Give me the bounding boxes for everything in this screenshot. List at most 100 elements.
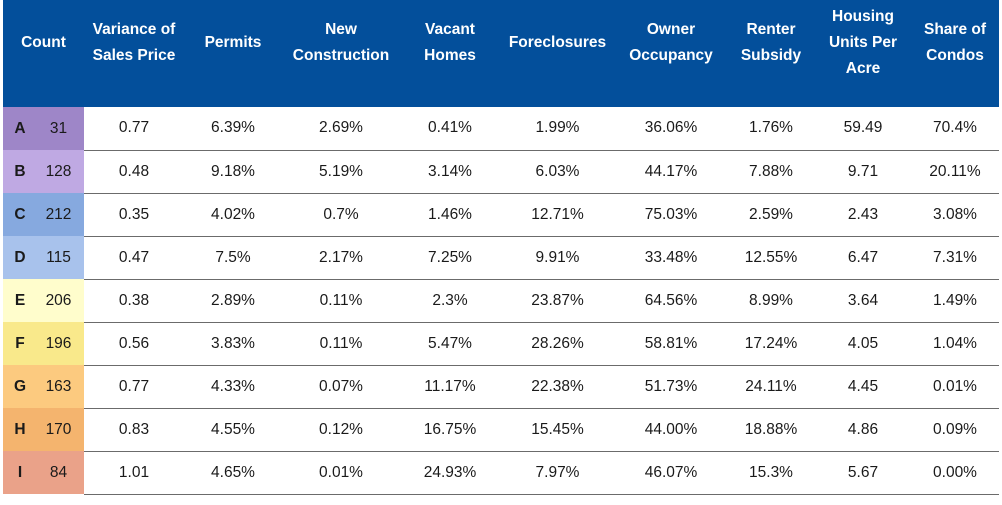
- cell-housing-units-per-acre: 5.67: [815, 451, 911, 495]
- cluster-count-cell: F 196: [3, 322, 84, 365]
- cell-owner-occupancy: 36.06%: [615, 107, 727, 151]
- cluster-count-box: A 31: [3, 107, 84, 150]
- cluster-count-cell: E 206: [3, 279, 84, 322]
- cluster-count-box: D 115: [3, 236, 84, 279]
- cell-foreclosures: 9.91%: [500, 236, 615, 280]
- cluster-count-box: H 170: [3, 408, 84, 451]
- cell-variance-of-sales-price: 0.47: [84, 236, 184, 280]
- cluster-count: 212: [45, 205, 72, 223]
- cell-housing-units-per-acre: 6.47: [815, 236, 911, 280]
- cell-housing-units-per-acre: 4.05: [815, 322, 911, 366]
- cell-renter-subsidy: 7.88%: [727, 150, 815, 194]
- column-header-label: Share of Condos: [923, 20, 986, 64]
- cell-new-construction: 0.07%: [282, 365, 400, 409]
- cell-foreclosures: 22.38%: [500, 365, 615, 409]
- cell-permits: 4.55%: [184, 408, 282, 452]
- cell-share-of-condos: 20.11%: [911, 150, 999, 194]
- cluster-count-cell: A 31: [3, 107, 84, 150]
- cell-foreclosures: 12.71%: [500, 193, 615, 237]
- cluster-count-cell: C 212: [3, 193, 84, 236]
- cell-new-construction: 0.12%: [282, 408, 400, 452]
- table-row: A 31 0.77 6.39% 2.69% 0.41% 1.99% 36.06% 1.76% 59…: [3, 107, 999, 151]
- cluster-count-cell: D 115: [3, 236, 84, 279]
- cluster-count-cell: H 170: [3, 408, 84, 451]
- cell-permits: 6.39%: [184, 107, 282, 151]
- cluster-letter: H: [14, 420, 26, 438]
- column-header-label: New Construction: [292, 20, 390, 64]
- cluster-letter: D: [14, 248, 26, 266]
- table-header: Count Variance of Sales Price Permits New C…: [3, 0, 999, 107]
- table-row: G 163 0.77 4.33% 0.07% 11.17% 22.38% 51.73% 24.1…: [3, 365, 999, 409]
- cell-new-construction: 0.11%: [282, 322, 400, 366]
- cluster-count-box: I 84: [3, 451, 84, 494]
- cell-renter-subsidy: 15.3%: [727, 451, 815, 495]
- column-header-label: Variance of Sales Price: [92, 20, 176, 64]
- cell-permits: 9.18%: [184, 150, 282, 194]
- table-row: C 212 0.35 4.02% 0.7% 1.46% 12.71% 75.03% 2.59% 2…: [3, 193, 999, 237]
- column-header-label: Permits: [204, 33, 262, 51]
- cell-housing-units-per-acre: 4.86: [815, 408, 911, 452]
- cluster-count: 196: [45, 334, 72, 352]
- table-row: F 196 0.56 3.83% 0.11% 5.47% 28.26% 58.81% 17.24…: [3, 322, 999, 366]
- cluster-count: 128: [45, 162, 72, 180]
- cell-vacant-homes: 3.14%: [400, 150, 500, 194]
- cell-new-construction: 0.01%: [282, 451, 400, 495]
- cell-new-construction: 2.69%: [282, 107, 400, 151]
- cluster-count: 170: [45, 420, 72, 438]
- column-header-foreclosures: Foreclosures: [500, 0, 615, 107]
- cell-foreclosures: 7.97%: [500, 451, 615, 495]
- table-row: H 170 0.83 4.55% 0.12% 16.75% 15.45% 44.00% 18.8…: [3, 408, 999, 452]
- cell-vacant-homes: 5.47%: [400, 322, 500, 366]
- cell-vacant-homes: 11.17%: [400, 365, 500, 409]
- cluster-count: 31: [49, 119, 68, 137]
- cell-vacant-homes: 2.3%: [400, 279, 500, 323]
- cell-owner-occupancy: 44.00%: [615, 408, 727, 452]
- cell-foreclosures: 15.45%: [500, 408, 615, 452]
- cell-share-of-condos: 0.00%: [911, 451, 999, 495]
- cell-housing-units-per-acre: 3.64: [815, 279, 911, 323]
- cell-renter-subsidy: 8.99%: [727, 279, 815, 323]
- cell-permits: 3.83%: [184, 322, 282, 366]
- cluster-letter: B: [14, 162, 26, 180]
- cell-permits: 2.89%: [184, 279, 282, 323]
- cluster-count: 163: [45, 377, 72, 395]
- cluster-letter: C: [14, 205, 26, 223]
- cell-variance-of-sales-price: 0.77: [84, 107, 184, 151]
- cell-vacant-homes: 24.93%: [400, 451, 500, 495]
- cluster-summary-table-container: Count Variance of Sales Price Permits New C…: [3, 0, 999, 495]
- cluster-count-cell: I 84: [3, 451, 84, 494]
- cell-housing-units-per-acre: 59.49: [815, 107, 911, 151]
- column-header-share-of-condos: Share of Condos: [911, 0, 999, 107]
- cell-variance-of-sales-price: 1.01: [84, 451, 184, 495]
- cell-share-of-condos: 1.04%: [911, 322, 999, 366]
- cell-variance-of-sales-price: 0.77: [84, 365, 184, 409]
- cell-variance-of-sales-price: 0.35: [84, 193, 184, 237]
- cell-share-of-condos: 3.08%: [911, 193, 999, 237]
- cell-renter-subsidy: 2.59%: [727, 193, 815, 237]
- column-header-label: Housing Units Per Acre: [828, 7, 898, 77]
- cell-owner-occupancy: 44.17%: [615, 150, 727, 194]
- cluster-count-cell: B 128: [3, 150, 84, 193]
- cell-variance-of-sales-price: 0.38: [84, 279, 184, 323]
- cluster-letter: E: [14, 291, 26, 309]
- cell-permits: 4.65%: [184, 451, 282, 495]
- cluster-count-box: C 212: [3, 193, 84, 236]
- column-header-new-construction: New Construction: [282, 0, 400, 107]
- cluster-count: 206: [45, 291, 72, 309]
- cell-variance-of-sales-price: 0.56: [84, 322, 184, 366]
- cluster-count-box: F 196: [3, 322, 84, 365]
- cell-owner-occupancy: 58.81%: [615, 322, 727, 366]
- cell-permits: 4.02%: [184, 193, 282, 237]
- column-header-owner-occupancy: Owner Occupancy: [615, 0, 727, 107]
- cell-vacant-homes: 16.75%: [400, 408, 500, 452]
- cell-new-construction: 0.7%: [282, 193, 400, 237]
- cell-owner-occupancy: 33.48%: [615, 236, 727, 280]
- table-row: B 128 0.48 9.18% 5.19% 3.14% 6.03% 44.17% 7.88% 9…: [3, 150, 999, 194]
- cell-owner-occupancy: 75.03%: [615, 193, 727, 237]
- cell-housing-units-per-acre: 9.71: [815, 150, 911, 194]
- column-header-vacant-homes: Vacant Homes: [400, 0, 500, 107]
- column-header-label: Count: [21, 33, 66, 51]
- column-header-variance-of-sales-price: Variance of Sales Price: [84, 0, 184, 107]
- cell-share-of-condos: 70.4%: [911, 107, 999, 151]
- cell-share-of-condos: 0.09%: [911, 408, 999, 452]
